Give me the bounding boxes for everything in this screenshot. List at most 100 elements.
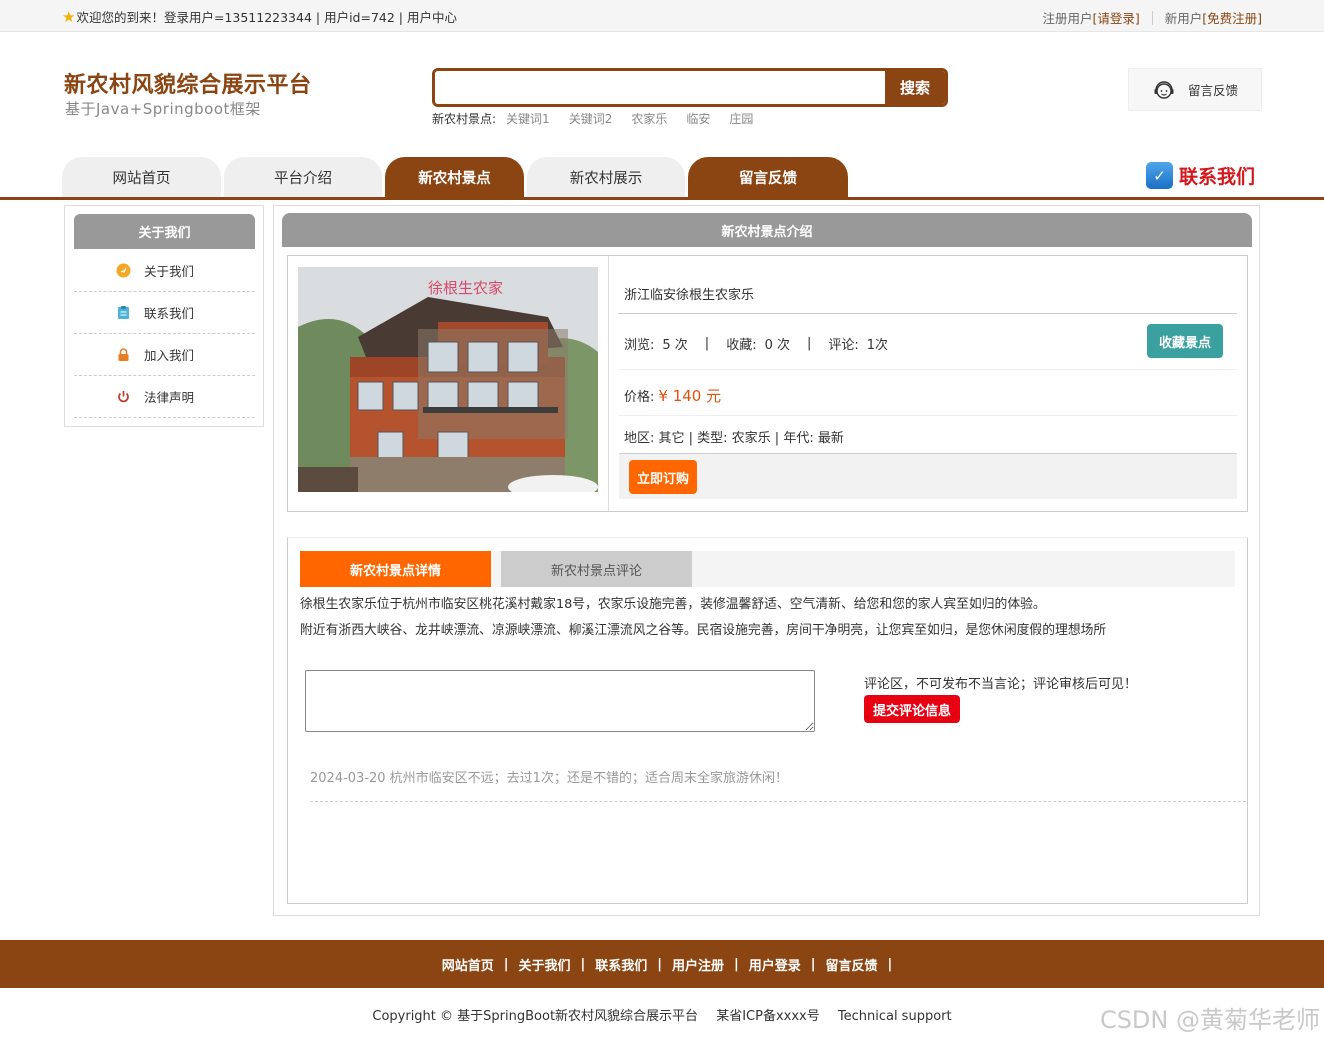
- login-link[interactable]: [请登录]: [1092, 8, 1139, 27]
- comments-label: 评论:: [828, 338, 859, 353]
- footer-separator: |: [503, 956, 509, 972]
- star-icon: ★: [62, 7, 76, 26]
- footer-link-feedback[interactable]: 留言反馈: [826, 955, 878, 974]
- tab-spot-details[interactable]: 新农村景点详情: [300, 551, 491, 587]
- footer-separator: |: [734, 956, 739, 972]
- divider: [1151, 10, 1153, 25]
- nav-divider: [0, 197, 1324, 200]
- buy-area: 立即订购: [619, 453, 1237, 499]
- divider: [618, 313, 1237, 314]
- photo-sign: 徐根生农家: [428, 279, 503, 297]
- clipboard-icon: [116, 305, 131, 320]
- footer-nav: 网站首页 | 关于我们 | 联系我们 | 用户注册 | 用户登录 | 留言反馈 |: [0, 940, 1324, 988]
- footer-link-home[interactable]: 网站首页: [442, 955, 494, 974]
- site-title[interactable]: 新农村风貌综合展示平台: [64, 67, 312, 99]
- sidebar: 关于我们 关于我们 联系我们 加入我们 法律声明: [64, 205, 264, 427]
- description-line: 徐根生农家乐位于杭州市临安区桃花溪村戴家18号，农家乐设施完善，装修温馨舒适、空…: [300, 597, 1046, 612]
- feedback-link[interactable]: 留言反馈: [1128, 68, 1262, 111]
- check-icon: ✓: [1146, 162, 1173, 189]
- site-subtitle: 基于Java+Springboot框架: [65, 100, 261, 118]
- footer-link-login[interactable]: 用户登录: [749, 955, 801, 974]
- nav-showcase[interactable]: 新农村展示: [527, 157, 685, 197]
- divider: [618, 415, 1237, 416]
- detail-tabs: 新农村景点详情 新农村景点评论: [300, 551, 1235, 587]
- favorites-label: 收藏:: [726, 338, 757, 353]
- favorite-button[interactable]: 收藏景点: [1147, 324, 1223, 358]
- new-user-label: 新用户: [1164, 11, 1203, 26]
- account-links: 注册用户 [请登录] 新用户 [免费注册]: [1042, 8, 1262, 27]
- sidebar-item-legal[interactable]: 法律声明: [74, 376, 255, 418]
- welcome-text: ★ 欢迎您的到来！登录用户=13511223344 | 用户id=742 | 用…: [62, 7, 457, 26]
- sidebar-item-about[interactable]: 关于我们: [74, 250, 255, 292]
- hot-keyword[interactable]: 关键词2: [569, 110, 613, 127]
- sidebar-item-label: 联系我们: [144, 306, 195, 321]
- divider: [618, 369, 1237, 370]
- sidebar-item-label: 加入我们: [144, 348, 195, 363]
- contact-us-label: 联系我们: [1179, 166, 1256, 188]
- footer-separator: |: [887, 956, 893, 972]
- icp-number: 某省ICP备xxxx号: [716, 1009, 820, 1024]
- footer-link-register[interactable]: 用户注册: [672, 955, 724, 974]
- divider: [608, 256, 609, 511]
- power-icon: [116, 389, 131, 404]
- nav-home[interactable]: 网站首页: [62, 157, 221, 197]
- signup-link[interactable]: [免费注册]: [1202, 8, 1262, 27]
- favorites-count: 0 次: [764, 338, 790, 353]
- top-bar: ★ 欢迎您的到来！登录用户=13511223344 | 用户id=742 | 用…: [0, 0, 1324, 32]
- spot-attributes: 地区: 其它 | 类型: 农家乐 | 年代: 最新: [624, 431, 844, 446]
- feedback-label: 留言反馈: [1187, 83, 1238, 98]
- lock-icon: [116, 347, 131, 362]
- detail-section: 新农村景点详情 新农村景点评论 徐根生农家乐位于杭州市临安区桃花溪村戴家18号，…: [287, 537, 1248, 904]
- sidebar-item-label: 法律声明: [144, 390, 195, 405]
- price-value: ¥ 140 元: [658, 387, 722, 405]
- search-box: 搜索: [432, 68, 948, 107]
- stat-separator: |: [704, 336, 710, 351]
- sidebar-title: 关于我们: [74, 214, 255, 249]
- spot-description: 徐根生农家乐位于杭州市临安区桃花溪村戴家18号，农家乐设施完善，装修温馨舒适、空…: [300, 592, 1106, 644]
- footer-separator: |: [580, 956, 586, 972]
- support-text: Technical support: [837, 1009, 952, 1024]
- headset-icon: [1154, 80, 1174, 99]
- buy-now-button[interactable]: 立即订购: [629, 460, 697, 494]
- spot-stats: 浏览: 5 次 | 收藏: 0 次 | 评论: 1次: [624, 334, 888, 353]
- spot-name: 浙江临安徐根生农家乐: [624, 288, 755, 303]
- welcome-message: 欢迎您的到来！登录用户=13511223344 | 用户id=742 | 用户中…: [76, 10, 457, 25]
- submit-comment-button[interactable]: 提交评论信息: [864, 695, 960, 723]
- copyright-text: Copyright © 基于SpringBoot新农村风貌综合展示平台: [372, 1009, 699, 1024]
- nav-feedback[interactable]: 留言反馈: [688, 157, 848, 197]
- nav-spots[interactable]: 新农村景点: [385, 157, 524, 197]
- footer-separator: |: [657, 956, 662, 972]
- sidebar-item-label: 关于我们: [144, 264, 195, 279]
- info-circle-icon: [116, 263, 131, 278]
- spot-info: 徐根生农家 浙江临安徐根生农家乐 浏览: 5 次 | 收藏: 0 次 | 评论:…: [287, 255, 1248, 512]
- panel-title: 新农村景点介绍: [282, 213, 1252, 247]
- views-label: 浏览:: [624, 338, 655, 353]
- spot-photo: 徐根生农家: [298, 267, 598, 492]
- footer-link-contact[interactable]: 联系我们: [595, 955, 647, 974]
- hot-keyword[interactable]: 关键词1: [506, 110, 550, 127]
- sidebar-item-contact[interactable]: 联系我们: [74, 292, 255, 334]
- sidebar-item-join[interactable]: 加入我们: [74, 334, 255, 376]
- main-nav: 网站首页 平台介绍 新农村景点 新农村展示 留言反馈: [62, 157, 851, 197]
- comment-input[interactable]: [305, 670, 815, 732]
- price: 价格: ¥ 140 元: [624, 385, 721, 406]
- price-label: 价格:: [624, 390, 655, 405]
- tab-spot-comments[interactable]: 新农村景点评论: [501, 551, 692, 587]
- hot-keywords-label: 新农村景点:: [432, 112, 497, 126]
- main-panel: 新农村景点介绍 徐根生农家 浙江临安徐根生农家乐 浏览: 5 次 | 收藏: 0…: [273, 205, 1260, 916]
- comment-entry: 2024-03-20 杭州市临安区不远；去过1次；还是不错的；适合周末全家旅游休…: [310, 767, 1246, 802]
- hot-keyword[interactable]: 庄园: [729, 110, 753, 127]
- comment-notice: 评论区，不可发布不当言论；评论审核后可见！: [864, 677, 1138, 692]
- hot-keyword[interactable]: 农家乐: [631, 110, 667, 127]
- contact-us-link[interactable]: ✓ 联系我们: [1146, 162, 1255, 189]
- description-line: 附近有浙西大峡谷、龙井峡漂流、凉源峡漂流、柳溪江漂流风之谷等。民宿设施完善，房间…: [300, 623, 1107, 638]
- hot-keyword[interactable]: 临安: [686, 110, 710, 127]
- footer-separator: |: [810, 956, 816, 972]
- search-input[interactable]: [435, 71, 885, 104]
- register-label: 注册用户: [1042, 11, 1093, 26]
- hot-keywords: 新农村景点: 关键词1 关键词2 农家乐 临安 庄园: [432, 110, 762, 127]
- footer-link-about[interactable]: 关于我们: [518, 955, 570, 974]
- views-count: 5 次: [662, 338, 688, 353]
- search-button[interactable]: 搜索: [885, 71, 945, 104]
- nav-about-platform[interactable]: 平台介绍: [224, 157, 382, 197]
